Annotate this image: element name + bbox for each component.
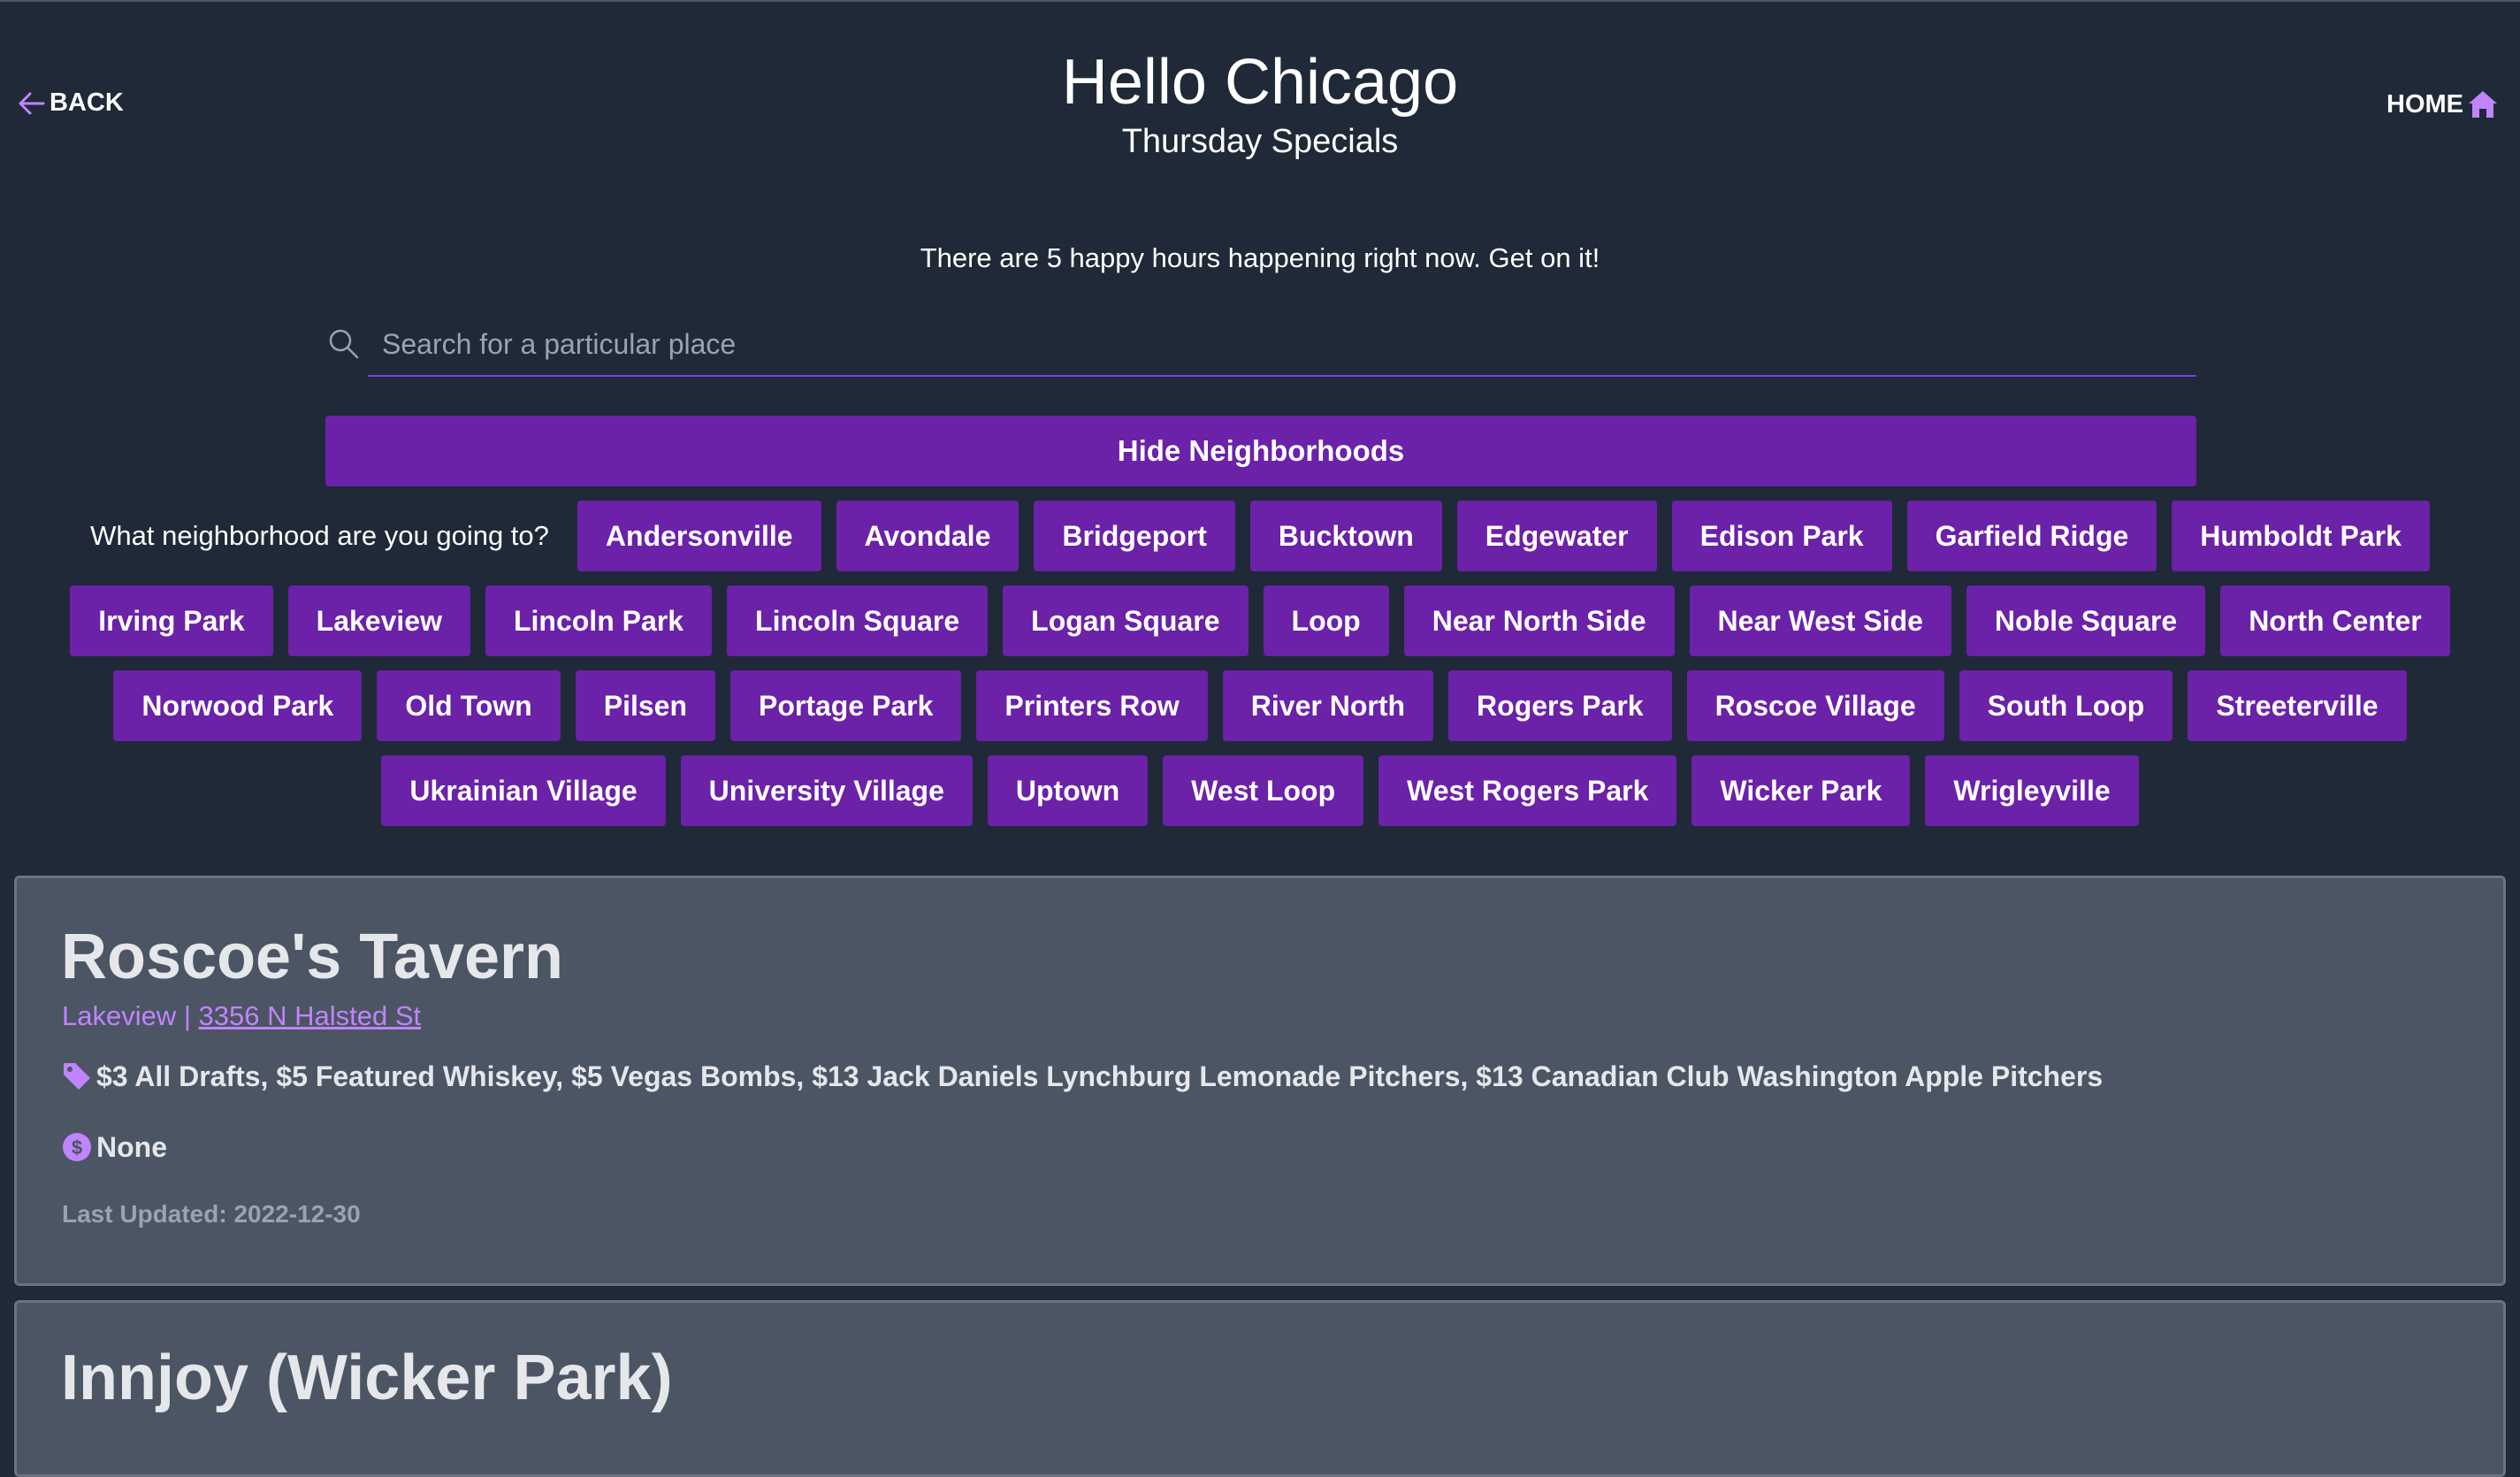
price-text: None bbox=[96, 1131, 167, 1163]
neighborhood-chip-river-north[interactable]: River North bbox=[1222, 670, 1434, 741]
neighborhood-chip-west-loop[interactable]: West Loop bbox=[1163, 755, 1364, 826]
venue-neighborhood: Lakeview bbox=[62, 1000, 177, 1031]
neighborhood-chip-portage-park[interactable]: Portage Park bbox=[729, 670, 962, 741]
happy-hour-card: Roscoe's Tavern Lakeview | 3356 N Halste… bbox=[14, 876, 2506, 1286]
neighborhood-chip-andersonville[interactable]: Andersonville bbox=[577, 501, 821, 571]
neighborhood-chip-near-west-side[interactable]: Near West Side bbox=[1689, 585, 1951, 656]
neighborhood-chip-wrigleyville[interactable]: Wrigleyville bbox=[1925, 755, 2139, 826]
neighborhood-chip-uptown[interactable]: Uptown bbox=[987, 755, 1149, 826]
neighborhood-chip-ukrainian-village[interactable]: Ukrainian Village bbox=[381, 755, 666, 826]
search-input[interactable] bbox=[368, 313, 2196, 377]
neighborhood-list: What neighborhood are you going to? Ande… bbox=[62, 501, 2458, 826]
neighborhood-chip-irving-park[interactable]: Irving Park bbox=[70, 585, 273, 656]
neighborhood-chip-noble-square[interactable]: Noble Square bbox=[1966, 585, 2206, 656]
neighborhood-chip-avondale[interactable]: Avondale bbox=[836, 501, 1019, 571]
neighborhood-chip-logan-square[interactable]: Logan Square bbox=[1003, 585, 1249, 656]
neighborhood-chip-loop[interactable]: Loop bbox=[1263, 585, 1389, 656]
neighborhood-chip-printers-row[interactable]: Printers Row bbox=[976, 670, 1208, 741]
neighborhood-chip-humboldt-park[interactable]: Humboldt Park bbox=[2172, 501, 2430, 571]
neighborhood-chip-edison-park[interactable]: Edison Park bbox=[1671, 501, 1892, 571]
neighborhood-chip-lincoln-square[interactable]: Lincoln Square bbox=[727, 585, 989, 656]
neighborhood-chip-rogers-park[interactable]: Rogers Park bbox=[1448, 670, 1672, 741]
neighborhood-chip-edgewater[interactable]: Edgewater bbox=[1456, 501, 1657, 571]
neighborhood-chip-wicker-park[interactable]: Wicker Park bbox=[1691, 755, 1911, 826]
neighborhood-chip-norwood-park[interactable]: Norwood Park bbox=[113, 670, 363, 741]
search-icon bbox=[327, 327, 361, 365]
tag-icon bbox=[61, 1060, 93, 1092]
neighborhood-chip-garfield-ridge[interactable]: Garfield Ridge bbox=[1906, 501, 2157, 571]
deals-text: $3 All Drafts, $5 Featured Whiskey, $5 V… bbox=[96, 1060, 2104, 1092]
neighborhood-chip-north-center[interactable]: North Center bbox=[2220, 585, 2450, 656]
neighborhood-chip-pilsen[interactable]: Pilsen bbox=[575, 670, 715, 741]
neighborhood-chip-near-north-side[interactable]: Near North Side bbox=[1403, 585, 1675, 656]
neighborhood-chip-university-village[interactable]: University Village bbox=[680, 755, 973, 826]
happy-hour-status: There are 5 happy hours happening right … bbox=[920, 242, 1600, 273]
venue-name: Roscoe's Tavern bbox=[61, 922, 564, 992]
hide-neighborhoods-button[interactable]: Hide Neighborhoods bbox=[325, 416, 2196, 486]
neighborhood-chip-lincoln-park[interactable]: Lincoln Park bbox=[485, 585, 713, 656]
venue-deals: $3 All Drafts, $5 Featured Whiskey, $5 V… bbox=[61, 1057, 2103, 1096]
venue-address-link[interactable]: 3356 N Halsted St bbox=[199, 1000, 422, 1031]
location-separator: | bbox=[176, 1000, 199, 1031]
svg-text:$: $ bbox=[72, 1136, 82, 1159]
venue-name: Innjoy (Wicker Park) bbox=[61, 1343, 673, 1413]
neighborhood-chip-streeterville[interactable]: Streeterville bbox=[2188, 670, 2407, 741]
search-bar bbox=[325, 313, 2196, 380]
page-title: Hello Chicago bbox=[1061, 47, 1459, 118]
neighborhood-chip-south-loop[interactable]: South Loop bbox=[1959, 670, 2173, 741]
last-updated: Last Updated: 2022-12-30 bbox=[62, 1200, 361, 1228]
neighborhood-chip-bucktown[interactable]: Bucktown bbox=[1249, 501, 1442, 571]
happy-hour-card: Innjoy (Wicker Park) bbox=[14, 1300, 2506, 1477]
page-subtitle: Thursday Specials bbox=[1121, 123, 1399, 160]
neighborhood-chip-bridgeport[interactable]: Bridgeport bbox=[1034, 501, 1235, 571]
neighborhood-chip-lakeview[interactable]: Lakeview bbox=[287, 585, 470, 656]
venue-price: $ None bbox=[61, 1128, 167, 1167]
neighborhood-question: What neighborhood are you going to? bbox=[90, 520, 549, 551]
neighborhood-chip-roscoe-village[interactable]: Roscoe Village bbox=[1686, 670, 1944, 741]
venue-location: Lakeview | 3356 N Halsted St bbox=[62, 997, 421, 1036]
neighborhood-chip-old-town[interactable]: Old Town bbox=[377, 670, 561, 741]
dollar-icon: $ bbox=[61, 1131, 93, 1163]
neighborhood-chip-west-rogers-park[interactable]: West Rogers Park bbox=[1378, 755, 1677, 826]
